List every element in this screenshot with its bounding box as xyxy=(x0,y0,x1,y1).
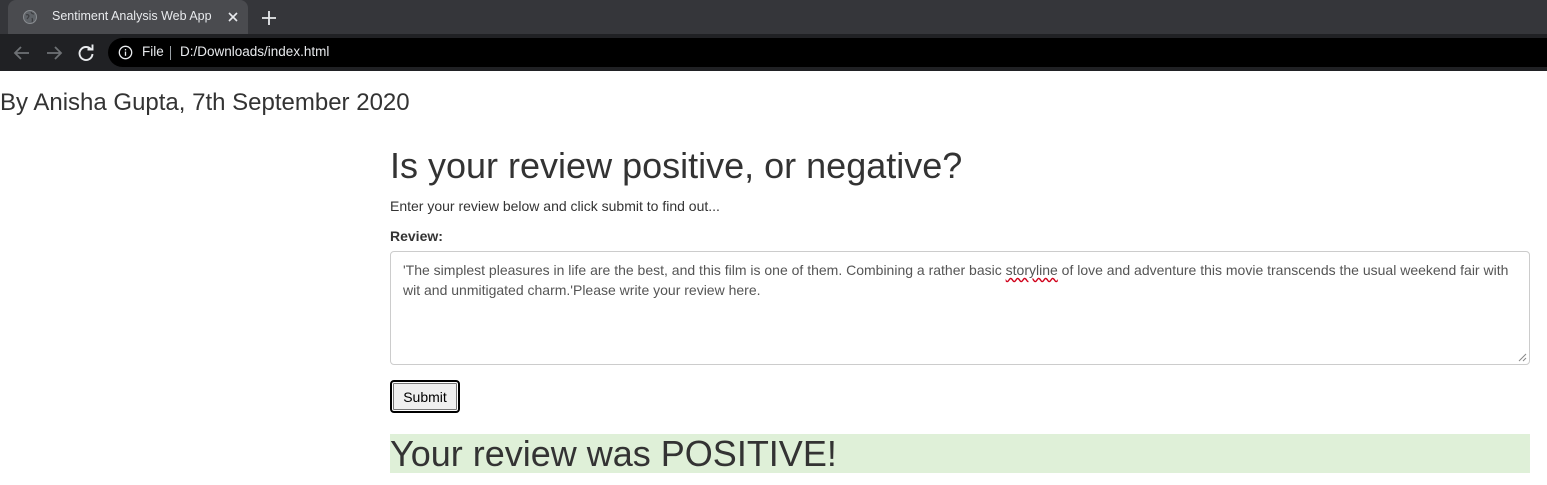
info-icon[interactable] xyxy=(118,45,133,60)
review-text-misspelled-word: storyline xyxy=(1005,262,1058,278)
omnibox-scheme-label: File xyxy=(142,44,164,59)
new-tab-icon[interactable] xyxy=(258,7,280,29)
address-bar[interactable]: File D:/Downloads/index.html xyxy=(108,38,1547,67)
globe-icon xyxy=(23,10,37,24)
forward-arrow-icon[interactable] xyxy=(43,42,65,64)
browser-tabstrip: Sentiment Analysis Web App xyxy=(0,0,1547,34)
browser-toolbar: File D:/Downloads/index.html xyxy=(0,34,1547,71)
submit-button[interactable]: Submit xyxy=(390,380,460,413)
review-textarea[interactable]: 'The simplest pleasures in life are the … xyxy=(390,251,1530,365)
intro-text: Enter your review below and click submit… xyxy=(390,198,720,214)
browser-tab[interactable]: Sentiment Analysis Web App xyxy=(8,0,248,34)
page-title: Is your review positive, or negative? xyxy=(390,145,963,186)
result-banner: Your review was POSITIVE! xyxy=(390,433,1530,474)
page-content: By Anisha Gupta, 7th September 2020 Is y… xyxy=(0,71,1547,485)
omnibox-url[interactable]: D:/Downloads/index.html xyxy=(180,44,329,59)
omnibox-divider xyxy=(170,46,171,60)
close-icon[interactable] xyxy=(224,8,242,26)
result-text: Your review was POSITIVE! xyxy=(390,433,837,474)
resize-grip-icon[interactable] xyxy=(1517,352,1527,362)
author-byline: By Anisha Gupta, 7th September 2020 xyxy=(0,89,410,116)
tab-title: Sentiment Analysis Web App xyxy=(52,9,212,23)
back-arrow-icon[interactable] xyxy=(11,42,33,64)
review-label: Review: xyxy=(390,228,443,244)
reload-icon[interactable] xyxy=(75,42,97,64)
review-text-start: 'The simplest pleasures in life are the … xyxy=(403,262,1006,278)
